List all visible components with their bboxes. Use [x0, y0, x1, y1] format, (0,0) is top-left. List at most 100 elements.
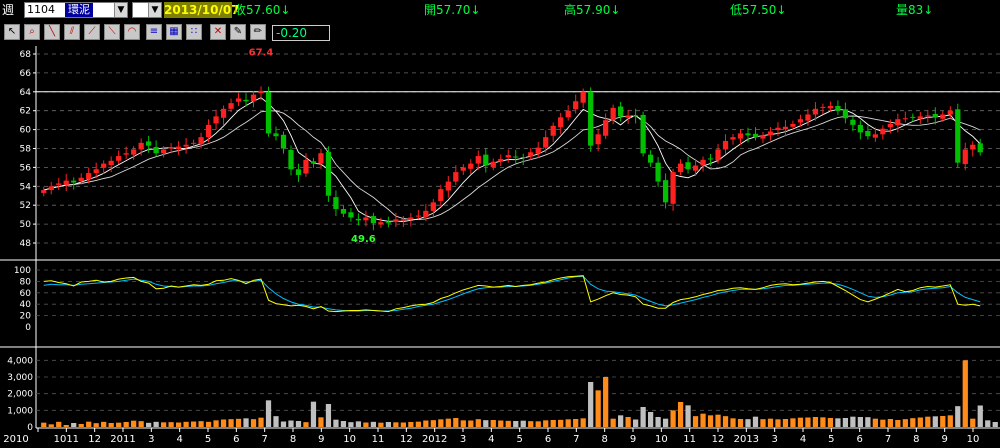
- x-tick-label: 6: [233, 434, 239, 445]
- volume-bar: [640, 407, 646, 427]
- kd-tick-label: 20: [20, 312, 32, 322]
- quote-bar: 週 1104 環泥 ▼ ▼ 2013/10/07 收57.60↓ 開57.70↓…: [0, 0, 1000, 20]
- x-tick-label: 4: [800, 434, 806, 445]
- delete-tool-icon[interactable]: ✕: [210, 24, 226, 40]
- volume-bar: [595, 390, 601, 427]
- candle: [528, 152, 534, 157]
- volume-bar: [520, 420, 526, 427]
- volume-bar: [101, 421, 107, 427]
- x-tick-label: 2013: [734, 434, 759, 445]
- candle: [603, 120, 609, 136]
- volume-bar: [498, 420, 504, 427]
- candle: [190, 142, 197, 144]
- candle: [258, 90, 264, 94]
- candle: [737, 133, 744, 139]
- brush-tool-icon[interactable]: ✎: [230, 24, 246, 40]
- candle: [632, 115, 639, 117]
- volume-tick-label: 2,000: [7, 390, 33, 400]
- fibonacci-tool-icon[interactable]: ≡: [146, 24, 162, 40]
- candle: [250, 94, 257, 102]
- volume-bar: [408, 422, 414, 427]
- volume-bar: [790, 418, 796, 427]
- volume-bar: [805, 417, 811, 427]
- candle: [932, 114, 938, 118]
- volume-bar: [730, 418, 736, 427]
- stock-chart[interactable]: 68666462605856545250481008060402004,0003…: [0, 44, 1000, 448]
- arc-tool-icon[interactable]: ◠: [124, 24, 140, 40]
- candle: [670, 172, 676, 204]
- candle: [745, 133, 751, 136]
- volume-bar: [700, 413, 706, 427]
- volume-bar: [543, 420, 549, 427]
- chevron-down-icon[interactable]: ▼: [114, 3, 127, 17]
- pointer-tool-icon[interactable]: ↖: [4, 24, 20, 40]
- interval-selector[interactable]: ▼: [132, 2, 162, 18]
- candle: [138, 142, 144, 150]
- cycle-tool-icon[interactable]: ∷: [186, 24, 202, 40]
- volume-bar: [603, 377, 609, 427]
- candle: [86, 173, 92, 180]
- x-tick-label: 8: [601, 434, 607, 445]
- candle: [228, 103, 234, 109]
- candle: [513, 156, 519, 158]
- y-tick-label: 48: [20, 239, 32, 249]
- candle: [445, 181, 451, 191]
- candle: [408, 217, 414, 220]
- volume-bar: [363, 422, 369, 427]
- fan-tool-icon[interactable]: ⟋: [84, 24, 100, 40]
- period-label[interactable]: 週: [2, 2, 22, 18]
- candle: [333, 197, 339, 209]
- candle: [842, 109, 849, 119]
- volume-bar: [850, 416, 856, 427]
- candle: [535, 147, 541, 154]
- candle: [940, 114, 946, 119]
- kd-tick-label: 0: [25, 323, 31, 333]
- volume-bar: [827, 418, 834, 427]
- stock-selector[interactable]: 1104 環泥 ▼: [24, 2, 128, 18]
- volume-tick-label: 3,000: [7, 373, 33, 383]
- candle: [805, 114, 811, 121]
- volume-tick-label: 1,000: [7, 406, 33, 416]
- ma-short-line: [43, 97, 981, 222]
- pencil-tool-icon[interactable]: ✏: [250, 24, 266, 40]
- volume-bar: [670, 410, 676, 427]
- candle: [468, 163, 474, 169]
- line-tool-icon[interactable]: ╲: [44, 24, 60, 40]
- volume-bar: [213, 420, 219, 427]
- x-tick-label: 12: [400, 434, 413, 445]
- parallel-tool-icon[interactable]: ⫽: [64, 24, 80, 40]
- price-change-field[interactable]: -0.20: [272, 25, 330, 41]
- volume-bar: [160, 422, 167, 427]
- date-display[interactable]: 2013/10/07: [164, 2, 240, 18]
- volume-value: 量83↓: [896, 3, 934, 17]
- volume-bar: [505, 420, 511, 427]
- volume-bar: [970, 418, 976, 427]
- chevron-down-icon[interactable]: ▼: [148, 3, 161, 17]
- volume-bar: [243, 418, 249, 427]
- volume-bar: [535, 421, 541, 427]
- x-tick-label: 10: [655, 434, 668, 445]
- volume-bar: [565, 419, 571, 427]
- candle: [325, 151, 332, 196]
- volume-bar: [737, 419, 744, 427]
- candle: [400, 219, 406, 221]
- fan-tool-2-icon[interactable]: ⟍: [104, 24, 120, 40]
- volume-bar: [685, 405, 691, 427]
- candle: [797, 119, 804, 123]
- x-tick-label: 12: [712, 434, 725, 445]
- volume-bar: [183, 421, 189, 427]
- candle: [910, 116, 916, 118]
- volume-bar: [56, 421, 62, 427]
- x-tick-label: 10: [967, 434, 980, 445]
- volume-bar: [917, 417, 923, 427]
- volume-bar: [775, 419, 781, 427]
- candle: [970, 144, 976, 150]
- candle: [558, 117, 564, 128]
- candle: [618, 106, 624, 117]
- grid-tool-icon[interactable]: ▦: [166, 24, 182, 40]
- zoom-tool-icon[interactable]: ⌕: [24, 24, 40, 40]
- volume-bar: [175, 422, 182, 427]
- volume-bar: [632, 419, 639, 427]
- volume-bar: [153, 421, 159, 427]
- candle: [475, 156, 481, 164]
